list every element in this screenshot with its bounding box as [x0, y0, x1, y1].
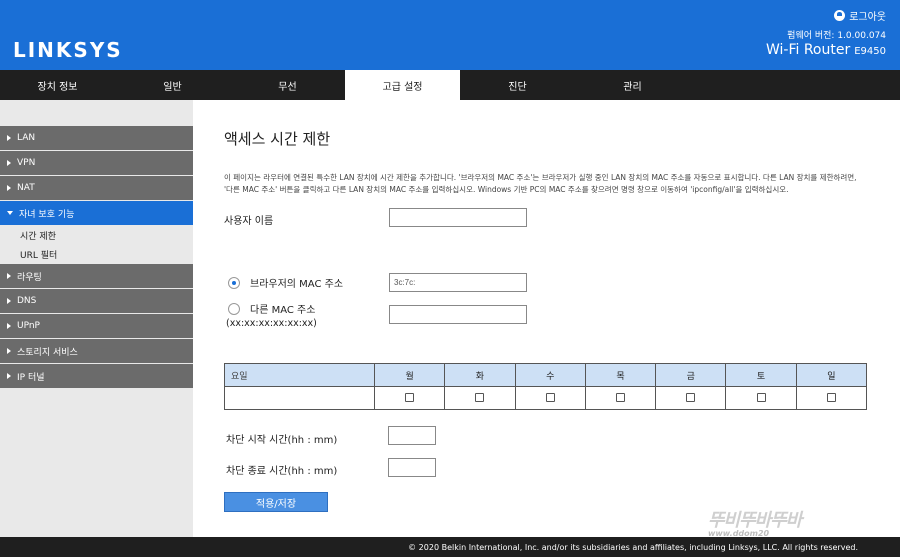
tab-advanced[interactable]: 고급 설정	[345, 70, 460, 100]
day-header-sun: 일	[795, 363, 868, 387]
sidebar-item-label: 라우팅	[17, 272, 42, 283]
checkbox-tue[interactable]	[475, 393, 485, 402]
sidebar-item-vpn[interactable]: VPN	[0, 151, 193, 175]
model-name: Wi-Fi Router	[765, 42, 851, 58]
day-cell	[795, 386, 868, 410]
sidebar: LAN VPN NAT 자녀 보호 기능 시간 제한 URL 필터 라우팅 DN…	[0, 126, 193, 536]
save-button[interactable]: 적용/저장	[224, 492, 328, 512]
tab-management[interactable]: 관리	[575, 70, 690, 100]
page-title: 액세스 시간 제한	[224, 130, 331, 148]
sidebar-item-dns[interactable]: DNS	[0, 289, 193, 313]
sidebar-item-lan[interactable]: LAN	[0, 126, 193, 150]
day-cell	[373, 386, 446, 410]
other-mac-label: 다른 MAC 주소	[250, 305, 316, 316]
day-header-tue: 화	[444, 363, 516, 387]
footer: © 2020 Belkin International, Inc. and/or…	[0, 537, 900, 557]
sidebar-item-routing[interactable]: 라우팅	[0, 264, 193, 288]
sidebar-item-label: LAN	[17, 133, 36, 143]
sidebar-item-parental-control[interactable]: 자녀 보호 기능	[0, 201, 193, 225]
chevron-right-icon	[7, 185, 11, 191]
sidebar-subitem-url-filter[interactable]: URL 필터	[0, 245, 193, 264]
page-description: 이 페이지는 라우터에 연결된 특수한 LAN 장치에 시간 제한을 추가합니다…	[224, 173, 857, 194]
other-mac-radio[interactable]	[228, 303, 240, 315]
day-cell	[655, 386, 727, 410]
day-header-wed: 수	[514, 363, 586, 387]
start-time-input[interactable]	[388, 426, 436, 445]
browser-mac-radio[interactable]	[228, 277, 240, 289]
username-input[interactable]	[389, 208, 527, 227]
sidebar-item-label: NAT	[17, 183, 35, 193]
main-nav: 장치 정보 일반 무선 고급 설정 진단 관리	[0, 70, 900, 100]
sidebar-item-nat[interactable]: NAT	[0, 176, 193, 200]
weekday-table: 요일 월 화 수 목 금 토 일	[224, 363, 868, 410]
day-header-mon: 월	[373, 363, 446, 387]
sidebar-item-label: 자녀 보호 기능	[19, 209, 75, 220]
sidebar-item-label: VPN	[17, 158, 36, 168]
weekday-checkbox-row	[224, 386, 868, 410]
header: LINKSYS 로그아웃 펌웨어 버전: 1.0.00.074 Wi-Fi Ro…	[0, 0, 900, 70]
chevron-right-icon	[7, 348, 11, 354]
day-header-fri: 금	[655, 363, 727, 387]
checkbox-mon[interactable]	[405, 393, 415, 402]
end-time-input[interactable]	[388, 458, 436, 477]
watermark: 뚜비뚜바뚜바 www.ddom20	[708, 506, 802, 538]
chevron-right-icon	[7, 373, 11, 379]
sidebar-item-label: 스토리지 서비스	[17, 347, 78, 358]
sidebar-item-label: IP 터널	[17, 372, 45, 383]
day-cell	[725, 386, 797, 410]
weekday-column-header: 요일	[224, 363, 375, 387]
linksys-logo: LINKSYS	[13, 38, 123, 62]
logout-label: 로그아웃	[849, 12, 886, 23]
day-header-sat: 토	[725, 363, 797, 387]
chevron-right-icon	[7, 298, 11, 304]
sidebar-subitem-time-limit[interactable]: 시간 제한	[0, 226, 193, 245]
other-mac-input[interactable]	[389, 305, 527, 324]
checkbox-sat[interactable]	[756, 393, 766, 402]
other-mac-format: (xx:xx:xx:xx:xx:xx)	[226, 318, 317, 329]
sidebar-item-ip-tunnel[interactable]: IP 터널	[0, 364, 193, 388]
day-cell	[584, 386, 657, 410]
browser-mac-label: 브라우저의 MAC 주소	[250, 279, 344, 290]
checkbox-sun[interactable]	[826, 393, 836, 402]
main-content: 액세스 시간 제한 이 페이지는 라우터에 연결된 특수한 LAN 장치에 시간…	[193, 100, 900, 537]
day-cell	[514, 386, 586, 410]
copyright-text: © 2020 Belkin International, Inc. and/or…	[408, 542, 858, 552]
day-cell	[444, 386, 516, 410]
logout-link[interactable]: 로그아웃	[834, 8, 886, 23]
browser-mac-input[interactable]	[389, 273, 527, 292]
chevron-right-icon	[7, 323, 11, 329]
chevron-down-icon	[7, 211, 13, 215]
tab-wireless[interactable]: 무선	[230, 70, 345, 100]
username-label: 사용자 이름	[224, 216, 274, 227]
sidebar-item-storage[interactable]: 스토리지 서비스	[0, 339, 193, 363]
model-number: E9450	[854, 46, 886, 57]
watermark-text: 뚜비뚜바뚜바	[708, 510, 802, 531]
checkbox-fri[interactable]	[686, 393, 696, 402]
day-header-thu: 목	[584, 363, 657, 387]
checkbox-wed[interactable]	[545, 393, 555, 402]
chevron-right-icon	[7, 273, 11, 279]
chevron-right-icon	[7, 135, 11, 141]
sidebar-item-label: DNS	[17, 296, 37, 306]
sidebar-item-upnp[interactable]: UPnP	[0, 314, 193, 338]
start-time-label: 차단 시작 시간(hh : mm)	[226, 435, 338, 446]
model-line: Wi-Fi Router E9450	[766, 42, 886, 58]
user-icon	[834, 10, 846, 21]
tab-diagnostics[interactable]: 진단	[460, 70, 575, 100]
sidebar-item-label: UPnP	[17, 321, 40, 331]
checkbox-thu[interactable]	[615, 393, 625, 402]
chevron-right-icon	[7, 160, 11, 166]
tab-device-info[interactable]: 장치 정보	[0, 70, 115, 100]
end-time-label: 차단 종료 시간(hh : mm)	[226, 466, 338, 477]
empty-cell	[224, 386, 375, 410]
tab-general[interactable]: 일반	[115, 70, 230, 100]
firmware-version: 펌웨어 버전: 1.0.00.074	[787, 31, 886, 41]
weekday-header-row: 요일 월 화 수 목 금 토 일	[224, 363, 868, 387]
